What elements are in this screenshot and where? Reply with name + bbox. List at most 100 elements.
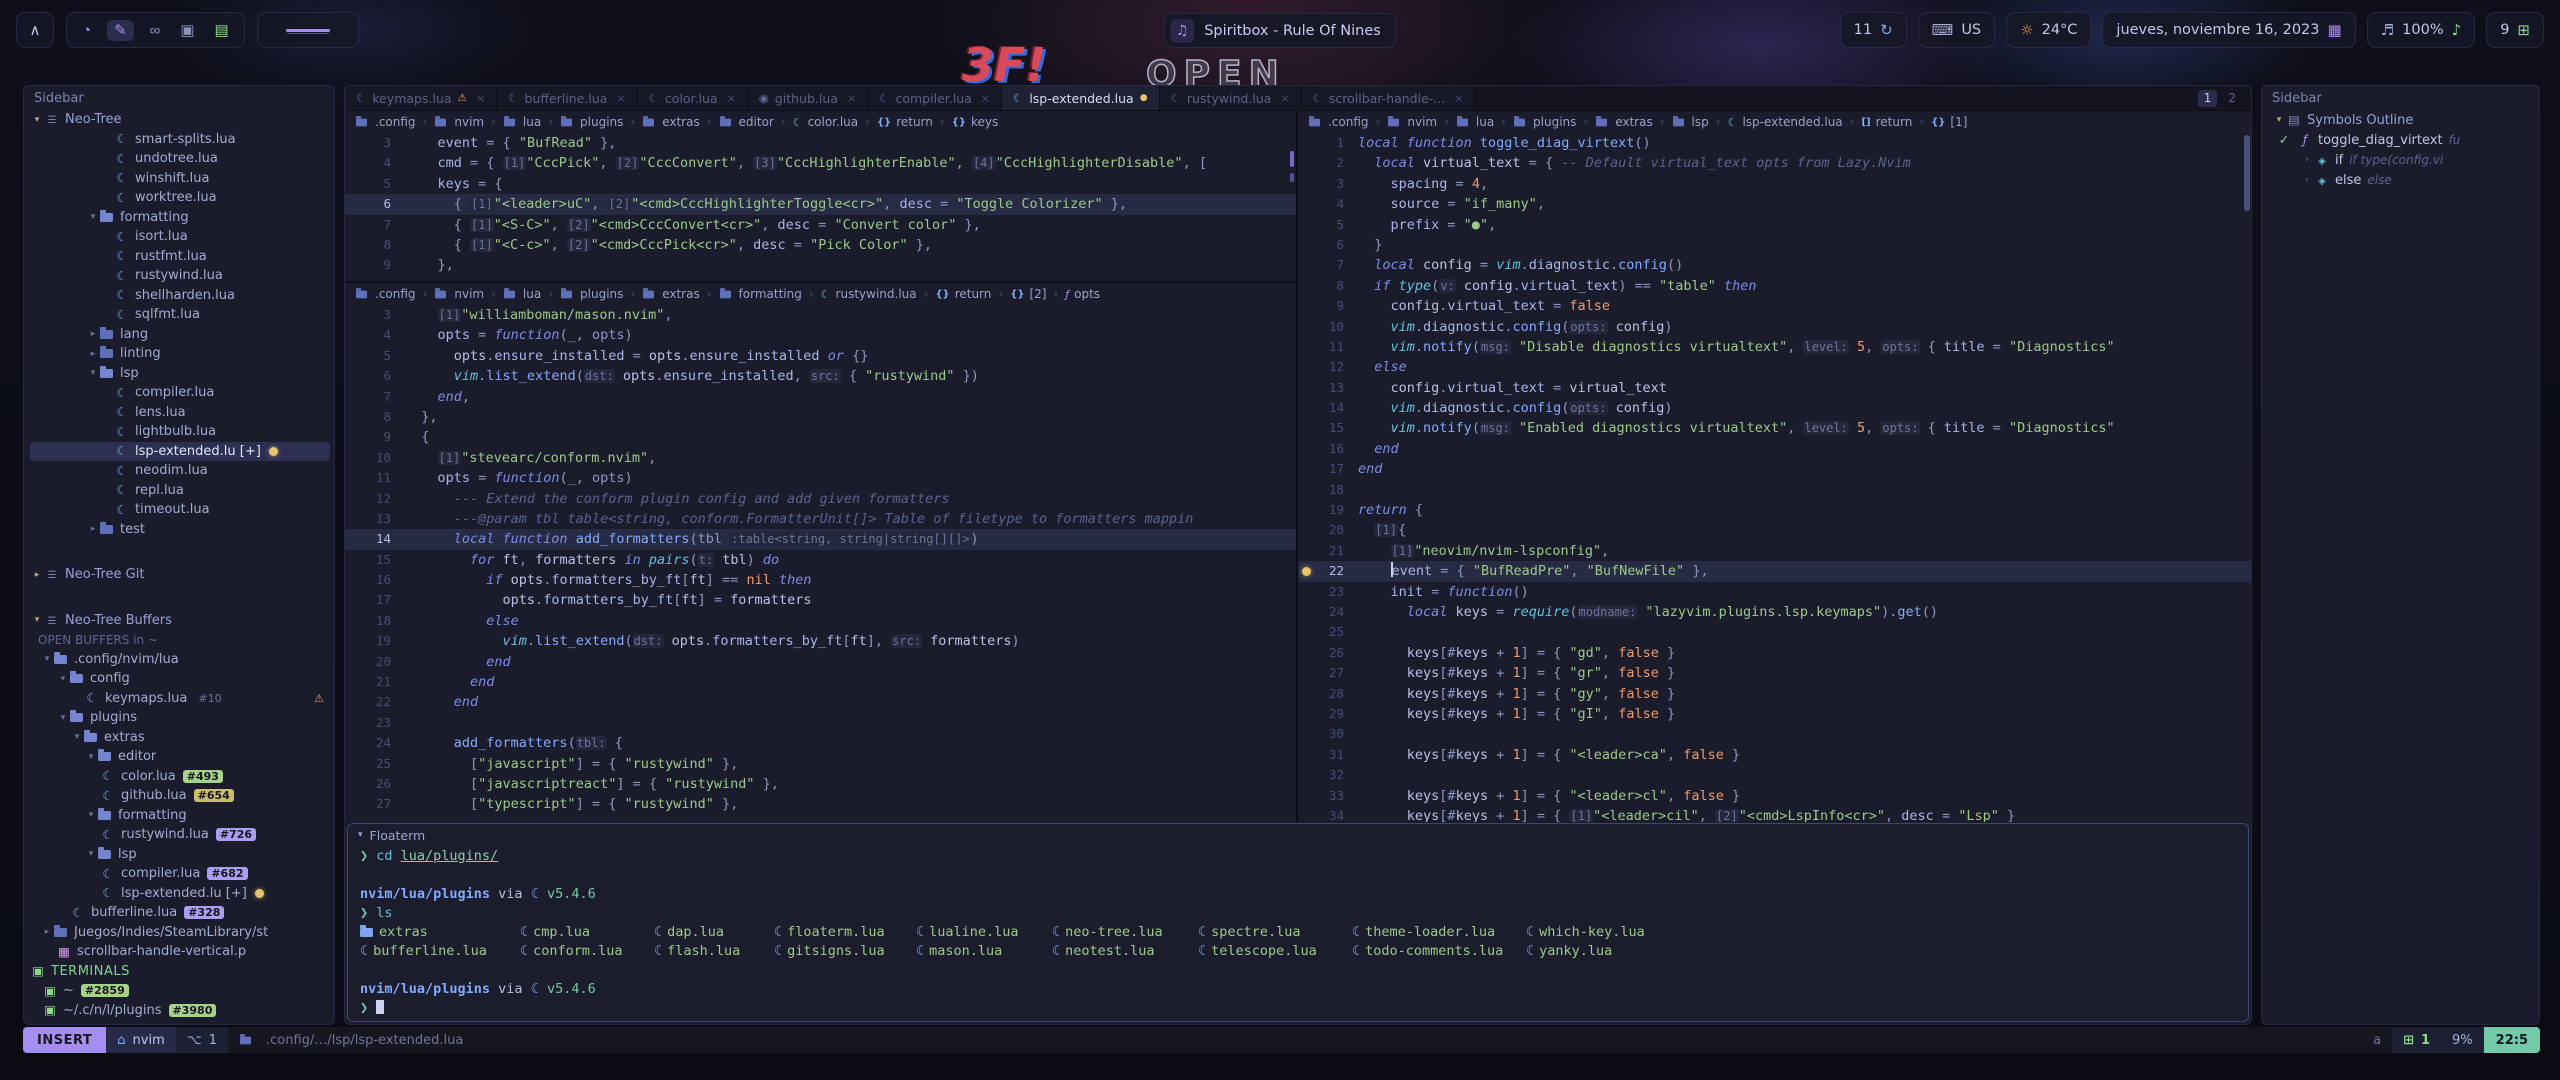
code-line-26[interactable]: 26 keys[#keys + 1] = { "gd", false } bbox=[1298, 643, 2251, 663]
code-line-6[interactable]: 6 } bbox=[1298, 235, 2251, 255]
tree-item-lsp-extended.lu [+][interactable]: lsp-extended.lu [+] bbox=[30, 442, 330, 462]
close-icon[interactable]: × bbox=[476, 92, 485, 105]
code-line-12[interactable]: 12 else bbox=[1298, 357, 2251, 377]
editor-pane-rustywind-lua[interactable]: .config›nvim›lua›plugins›extras›formatti… bbox=[345, 283, 1296, 822]
code-line-19[interactable]: 19return { bbox=[1298, 500, 2251, 520]
code-line-33[interactable]: 33 keys[#keys + 1] = { "<leader>cl", fal… bbox=[1298, 786, 2251, 806]
tree-item-Juegos/Indies/SteamLibrary/st[interactable]: ▸Juegos/Indies/SteamLibrary/st bbox=[30, 923, 330, 943]
tree-item-undotree.lua[interactable]: undotree.lua bbox=[30, 149, 330, 169]
tab-github.lua[interactable]: ◉github.lua× bbox=[748, 86, 868, 110]
code-line-21[interactable]: 21 [1]"neovim/nvim-lspconfig", bbox=[1298, 541, 2251, 561]
tree-item-rustywind.lua[interactable]: rustywind.lua#726 bbox=[30, 825, 330, 845]
tree-item-timeout.lua[interactable]: timeout.lua bbox=[30, 500, 330, 520]
code-line-5[interactable]: 5 prefix = "●", bbox=[1298, 215, 2251, 235]
weather-widget[interactable]: ☼24°C bbox=[2006, 12, 2091, 48]
tree-item-lightbulb.lua[interactable]: lightbulb.lua bbox=[30, 422, 330, 442]
code-line-18[interactable]: 18 bbox=[1298, 480, 2251, 500]
code-line-32[interactable]: 32 bbox=[1298, 765, 2251, 785]
code-line-22[interactable]: 22 event = { "BufReadPre", "BufNewFile" … bbox=[1298, 561, 2251, 581]
statusline-22:5[interactable]: 22:5 bbox=[2484, 1027, 2540, 1053]
updates-widget[interactable]: 11↻ bbox=[1840, 12, 1907, 48]
code-line-8[interactable]: 8 { [1]"<C-c>", [2]"<cmd>CccPick<cr>", d… bbox=[345, 235, 1296, 255]
music-notification[interactable]: ♫ Spiritbox - Rule Of Nines bbox=[1164, 13, 1396, 48]
code-line-26[interactable]: 26 ["javascriptreact"] = { "rustywind" }… bbox=[345, 774, 1296, 794]
code-line-8[interactable]: 8 if type(v: config.virtual_text) == "ta… bbox=[1298, 276, 2251, 296]
tab-rustywind.lua[interactable]: ☾rustywind.lua× bbox=[1160, 86, 1302, 110]
code-line-28[interactable]: 28 keys[#keys + 1] = { "gy", false } bbox=[1298, 684, 2251, 704]
code-line-13[interactable]: 13 config.virtual_text = virtual_text bbox=[1298, 378, 2251, 398]
code-line-9[interactable]: 9 }, bbox=[345, 255, 1296, 275]
code-line-7[interactable]: 7 local config = vim.diagnostic.config() bbox=[1298, 255, 2251, 275]
code-line-3[interactable]: 3 [1]"williamboman/mason.nvim", bbox=[345, 305, 1296, 325]
code-line-10[interactable]: 10 vim.diagnostic.config(opts: config) bbox=[1298, 317, 2251, 337]
code-line-15[interactable]: 15 for ft, formatters in pairs(t: tbl) d… bbox=[345, 550, 1296, 570]
close-icon[interactable]: × bbox=[1280, 92, 1289, 105]
terminal-output[interactable]: ❯ cd lua/plugins/ nvim/lua/plugins via ☾… bbox=[348, 846, 2248, 1019]
tab-color.lua[interactable]: ☾color.lua× bbox=[638, 86, 748, 110]
code-line-20[interactable]: 20 end bbox=[345, 652, 1296, 672]
code-line-12[interactable]: 12 --- Extend the conform plugin config … bbox=[345, 489, 1296, 509]
tree-item-config[interactable]: ▾config bbox=[30, 669, 330, 689]
close-icon[interactable]: × bbox=[1454, 92, 1463, 105]
code-line-6[interactable]: 6 { [1]"<leader>uC", [2]"<cmd>CccHighlig… bbox=[345, 194, 1296, 214]
code-line-2[interactable]: 2 local virtual_text = { -- Default virt… bbox=[1298, 153, 2251, 173]
code-line-5[interactable]: 5 keys = { bbox=[345, 174, 1296, 194]
editor-pane-color-lua[interactable]: .config›nvim›lua›plugins›extras›editor›☾… bbox=[345, 111, 1296, 283]
code-line-24[interactable]: 24 add_formatters(tbl: { bbox=[345, 733, 1296, 753]
tree-item-github.lua[interactable]: github.lua#654 bbox=[30, 786, 330, 806]
tree-item-formatting[interactable]: ▾formatting bbox=[30, 208, 330, 228]
tree-section-TERMINALS[interactable]: TERMINALS bbox=[30, 962, 330, 982]
editor-pane-lsp-extended-lua[interactable]: .config›nvim›lua›plugins›extras›lsp›☾lsp… bbox=[1298, 111, 2251, 822]
tree-item-sqlfmt.lua[interactable]: sqlfmt.lua bbox=[30, 305, 330, 325]
code-line-20[interactable]: 20 [1]{ bbox=[1298, 520, 2251, 540]
tree-item-lens.lua[interactable]: lens.lua bbox=[30, 403, 330, 423]
launcher-button[interactable]: ∧ bbox=[16, 12, 54, 48]
tree-item-plugins[interactable]: ▾plugins bbox=[30, 708, 330, 728]
close-icon[interactable]: × bbox=[847, 92, 856, 105]
tab-bufferline.lua[interactable]: ☾bufferline.lua× bbox=[497, 86, 637, 110]
close-icon[interactable]: × bbox=[616, 92, 625, 105]
tree-section-Neo-Tree Buffers[interactable]: ▾Neo-Tree Buffers bbox=[30, 611, 330, 631]
outline-section-Symbols Outline[interactable]: ▾Symbols Outline bbox=[2266, 110, 2535, 130]
workspace-widget[interactable]: 9⊞ bbox=[2486, 12, 2544, 48]
statusline-INSERT[interactable]: INSERT bbox=[23, 1027, 106, 1053]
code-line-24[interactable]: 24 local keys = require(modname: "lazyvi… bbox=[1298, 602, 2251, 622]
code-line-25[interactable]: 25 ["javascript"] = { "rustywind" }, bbox=[345, 754, 1296, 774]
code-line-4[interactable]: 4 cmd = { [1]"CccPick", [2]"CccConvert",… bbox=[345, 153, 1296, 173]
code-line-27[interactable]: 27 keys[#keys + 1] = { "gr", false } bbox=[1298, 663, 2251, 683]
code-line-9[interactable]: 9 config.virtual_text = false bbox=[1298, 296, 2251, 316]
copy-icon[interactable]: ▣ bbox=[176, 21, 198, 40]
keyboard-widget[interactable]: ⌨US bbox=[1918, 12, 1995, 48]
code-line-23[interactable]: 23 bbox=[345, 713, 1296, 733]
code-line-1[interactable]: 1local function toggle_diag_virtext() bbox=[1298, 133, 2251, 153]
tree-item-~[interactable]: ~#2859 bbox=[30, 981, 330, 1001]
statusline-a[interactable]: a bbox=[2362, 1027, 2392, 1053]
date-widget[interactable]: jueves, noviembre 16, 2023▦ bbox=[2102, 12, 2355, 48]
code-line-19[interactable]: 19 vim.list_extend(dst: opts.formatters_… bbox=[345, 631, 1296, 651]
brush-icon[interactable]: ✎ bbox=[107, 20, 134, 41]
code-line-6[interactable]: 6 vim.list_extend(dst: opts.ensure_insta… bbox=[345, 366, 1296, 386]
scrollbar-thumb[interactable] bbox=[2244, 135, 2250, 211]
tree-section-Neo-Tree Git[interactable]: ▸Neo-Tree Git bbox=[30, 565, 330, 585]
code-line-16[interactable]: 16 if opts.formatters_by_ft[ft] == nil t… bbox=[345, 570, 1296, 590]
tree-item-extras[interactable]: ▾extras bbox=[30, 728, 330, 748]
statusline-1[interactable]: ⌥1 bbox=[176, 1027, 228, 1053]
code-line-11[interactable]: 11 vim.notify(msg: "Disable diagnostics … bbox=[1298, 337, 2251, 357]
tree-item-OPEN BUFFERS in ~[interactable]: OPEN BUFFERS in ~ bbox=[30, 630, 330, 650]
outline-item-if[interactable]: ›ifif type(config.vi bbox=[2266, 150, 2535, 170]
tree-item-formatting[interactable]: ▾formatting bbox=[30, 806, 330, 826]
statusline-9%[interactable]: 9% bbox=[2441, 1027, 2484, 1053]
tree-section-Neo-Tree[interactable]: ▾Neo-Tree bbox=[30, 110, 330, 130]
code-line-25[interactable]: 25 bbox=[1298, 622, 2251, 642]
tree-item-lsp[interactable]: ▾lsp bbox=[30, 845, 330, 865]
code-line-4[interactable]: 4 source = "if_many", bbox=[1298, 194, 2251, 214]
tree-item-shellharden.lua[interactable]: shellharden.lua bbox=[30, 286, 330, 306]
tree-item-isort.lua[interactable]: isort.lua bbox=[30, 227, 330, 247]
outline-item-toggle_diag_virtext[interactable]: toggle_diag_virtextfu bbox=[2266, 130, 2535, 150]
code-line-3[interactable]: 3 spacing = 4, bbox=[1298, 174, 2251, 194]
tree-item-lang[interactable]: ▸lang bbox=[30, 325, 330, 345]
code-line-27[interactable]: 27 ["typescript"] = { "rustywind" }, bbox=[345, 794, 1296, 814]
tree-item-test[interactable]: ▸test bbox=[30, 520, 330, 540]
tab-keymaps.lua[interactable]: ☾keymaps.lua⚠× bbox=[345, 86, 497, 110]
link-icon[interactable]: ∞ bbox=[146, 21, 165, 40]
